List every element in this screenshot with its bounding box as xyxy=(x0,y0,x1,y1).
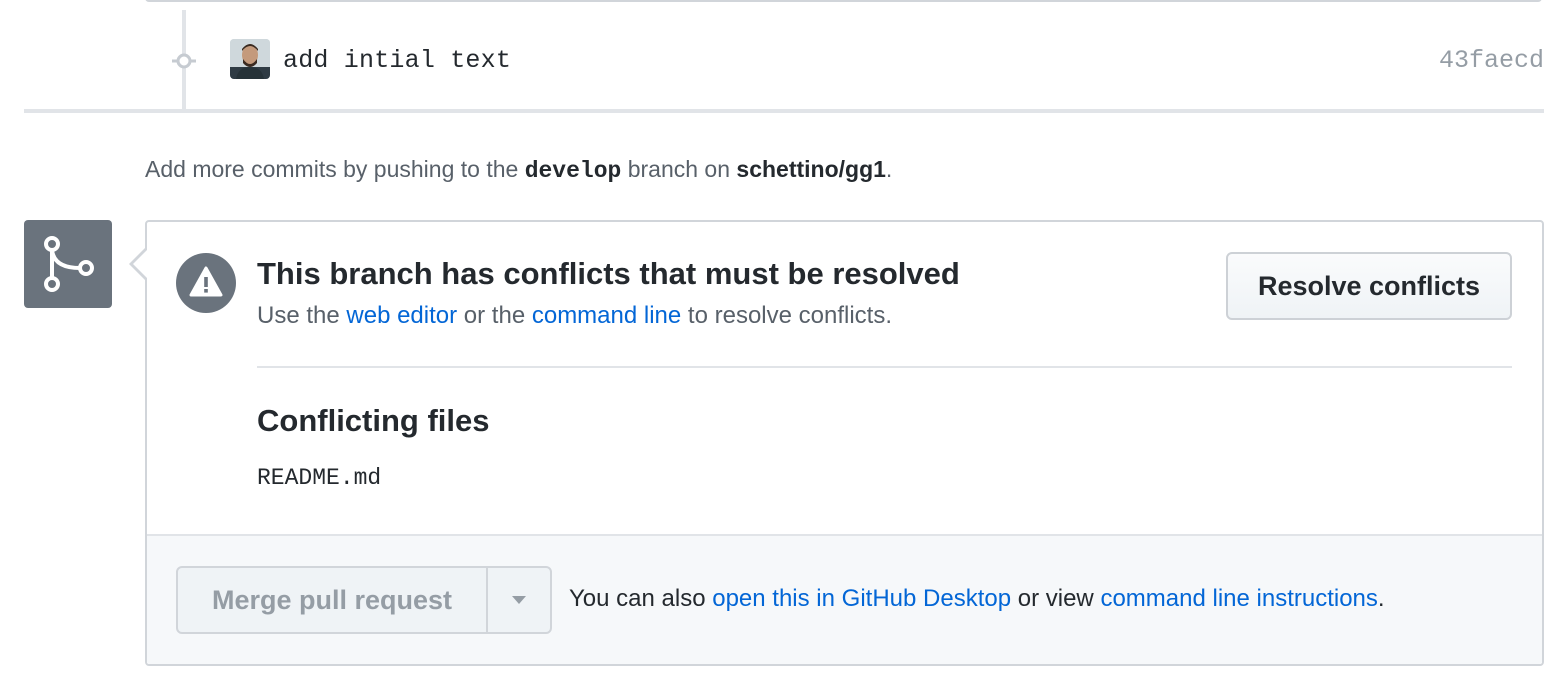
merge-pull-request-button[interactable]: Merge pull request xyxy=(178,568,488,632)
box-caret-fill xyxy=(133,250,147,278)
push-note-suffix: . xyxy=(885,156,893,182)
git-merge-icon xyxy=(24,220,112,308)
conflicting-files-heading: Conflicting files xyxy=(257,403,490,438)
web-editor-link[interactable]: web editor xyxy=(346,302,457,329)
conflict-subtitle: Use the web editor or the command line t… xyxy=(257,302,892,330)
commit-sha-link[interactable]: 43faecd xyxy=(1439,46,1544,75)
commit-message-link[interactable]: add intial text xyxy=(283,46,511,75)
footer-text-suffix: . xyxy=(1377,585,1385,612)
conflict-sub-suffix: to resolve conflicts. xyxy=(687,302,893,329)
alert-icon xyxy=(176,253,236,313)
push-note: Add more commits by pushing to the devel… xyxy=(145,156,892,184)
timeline-divider xyxy=(24,109,1544,113)
push-note-middle: branch on xyxy=(627,156,731,182)
commit-author-avatar[interactable] xyxy=(230,39,270,79)
branch-name: develop xyxy=(524,158,622,184)
merge-button-group: Merge pull request xyxy=(176,566,552,634)
triangle-down-icon xyxy=(512,596,526,604)
merge-options-dropdown[interactable] xyxy=(488,568,550,632)
footer-text: You can also open this in GitHub Desktop… xyxy=(569,585,1385,613)
merge-box-divider xyxy=(257,366,1512,368)
conflicting-file: README.md xyxy=(257,465,382,491)
git-commit-icon xyxy=(172,53,196,69)
footer-text-prefix: You can also xyxy=(569,585,706,612)
conflict-title: This branch has conflicts that must be r… xyxy=(257,256,960,291)
conflict-sub-prefix: Use the xyxy=(257,302,340,329)
command-line-link[interactable]: command line xyxy=(532,302,681,329)
repo-name: schettino/gg1 xyxy=(736,156,886,182)
conflict-sub-middle: or the xyxy=(463,302,526,329)
previous-box-edge xyxy=(145,0,1542,2)
github-desktop-link[interactable]: open this in GitHub Desktop xyxy=(712,585,1011,612)
avatar-image xyxy=(230,39,270,79)
resolve-conflicts-button[interactable]: Resolve conflicts xyxy=(1226,252,1512,320)
footer-text-middle: or view xyxy=(1017,585,1094,612)
command-line-instructions-link[interactable]: command line instructions xyxy=(1100,585,1377,612)
push-note-prefix: Add more commits by pushing to the xyxy=(145,156,519,182)
